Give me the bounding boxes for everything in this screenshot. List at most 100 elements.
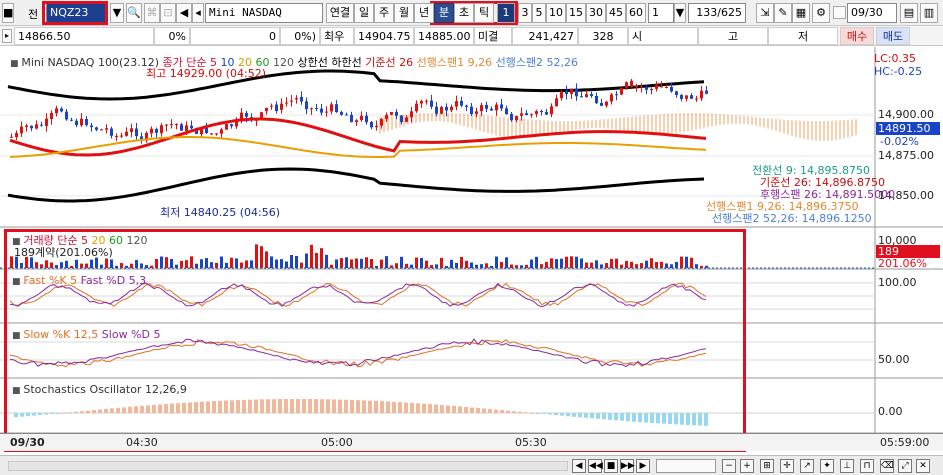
candle-body: [370, 122, 373, 128]
candle-body: [455, 101, 458, 107]
close-icon[interactable]: ✕: [916, 459, 930, 473]
unsettled-value: 241,427: [512, 27, 578, 45]
candle-body: [275, 104, 278, 112]
crosshair-icon[interactable]: ✛: [780, 459, 794, 473]
candle-body: [120, 135, 123, 137]
chart-toolbar: ■ 전 NQZ23 ▼ 🔍 ⌘ ⊡ ◀ ◂ Mini NASDAQ 100(23…: [0, 0, 943, 37]
scroll-right-icon[interactable]: ▶: [636, 459, 650, 473]
search-icon[interactable]: 🔍: [126, 3, 142, 23]
gear-icon[interactable]: ⚙: [812, 3, 830, 23]
candle-body: [460, 100, 463, 106]
minute-button-5[interactable]: 5: [532, 3, 546, 23]
minute-button-45[interactable]: 45: [606, 3, 626, 23]
speaker-icon[interactable]: ◀: [176, 3, 192, 23]
chart-area[interactable]: ■ Mini NASDAQ 100(23.12) 종가 단순 5 10 20 6…: [0, 47, 943, 457]
buy-button[interactable]: 매수: [840, 27, 874, 45]
settings-icon[interactable]: ■: [2, 3, 14, 23]
scroll-left-icon[interactable]: ◂: [192, 3, 204, 23]
calendar-icon[interactable]: ▤: [900, 3, 918, 23]
zoom-icon[interactable]: ⇲: [756, 3, 774, 23]
high-marker: 최고 14929.00 (04:52): [146, 67, 267, 80]
zoom-out-icon[interactable]: −: [722, 459, 736, 473]
period-button-3[interactable]: 월: [394, 3, 414, 23]
candle-body: [615, 94, 618, 96]
table-icon[interactable]: ▦: [792, 3, 810, 23]
interval-button-0[interactable]: 분: [434, 3, 454, 23]
expand-icon[interactable]: ⤢: [898, 459, 912, 473]
minute-button-15[interactable]: 15: [566, 3, 586, 23]
scroll-left-icon[interactable]: ◀: [572, 459, 586, 473]
quote-bar: ▸ 14866.50 0% 0 0%) 최우선 14904.75 14885.0…: [0, 26, 943, 61]
candle-body: [490, 108, 493, 111]
candle-body: [35, 124, 38, 129]
zoom-slider[interactable]: [656, 459, 716, 473]
candle-body: [665, 86, 668, 88]
candle-body: [15, 133, 18, 138]
symbol-dropdown-icon[interactable]: ▼: [110, 3, 124, 23]
candle-body: [580, 96, 583, 98]
minute-button-3[interactable]: 3: [518, 3, 532, 23]
interval-button-2[interactable]: 틱: [474, 3, 494, 23]
stop-icon[interactable]: ■: [604, 459, 618, 473]
period-button-4[interactable]: 년: [414, 3, 434, 23]
symbol-prefix: 전: [28, 8, 39, 21]
count-field[interactable]: 133/625: [688, 3, 746, 23]
ruler-icon[interactable]: ⊥: [840, 459, 854, 473]
candle-body: [185, 125, 188, 131]
minute-button-60[interactable]: 60: [626, 3, 646, 23]
y-tick-osc: 0.00: [878, 405, 903, 418]
current-price: 14866.50: [14, 27, 154, 45]
link-icon[interactable]: ⌘: [144, 3, 160, 23]
volume-sub-legend: 189계약(201.06%): [14, 246, 113, 259]
eraser-icon[interactable]: ⌫: [880, 459, 894, 473]
interval-button-1[interactable]: 초: [454, 3, 474, 23]
arrow-icon[interactable]: ↗: [800, 459, 814, 473]
slow-legend: ■ Slow %K 12,5 Slow %D 5: [12, 328, 160, 341]
grid-icon[interactable]: ▥: [920, 3, 938, 23]
unit-dropdown-icon[interactable]: ▼: [674, 3, 686, 23]
date-input[interactable]: 09/30: [847, 3, 897, 23]
candle-body: [325, 111, 328, 113]
candle-body: [50, 112, 53, 120]
candle-body: [135, 128, 138, 137]
candle-body: [545, 111, 548, 115]
candle-body: [610, 94, 613, 102]
candle-body: [425, 100, 428, 102]
sell-button[interactable]: 매도: [876, 27, 910, 45]
best-ask: 14885.00: [414, 27, 474, 45]
candle-body: [100, 129, 103, 131]
period-button-1[interactable]: 일: [354, 3, 374, 23]
candle-body: [315, 107, 318, 109]
slow-k-label: Slow %K 12,5: [23, 328, 99, 341]
draw-tool-icon[interactable]: ✎: [774, 3, 792, 23]
pin-icon[interactable]: ✦: [820, 459, 834, 473]
candle-body: [540, 110, 543, 113]
minute-button-10[interactable]: 10: [546, 3, 566, 23]
minute-button-30[interactable]: 30: [586, 3, 606, 23]
candle-body: [520, 113, 523, 116]
candle-body: [350, 114, 353, 123]
magnet-icon[interactable]: ⊓: [860, 459, 874, 473]
period-button-0[interactable]: 연결: [326, 3, 354, 23]
period-button-2[interactable]: 주: [374, 3, 394, 23]
scroll-track[interactable]: [8, 461, 568, 471]
unit-input[interactable]: 1: [648, 3, 674, 23]
zoom-in-icon[interactable]: +: [740, 459, 754, 473]
fit-icon[interactable]: ⊞: [760, 459, 774, 473]
candle-body: [705, 90, 708, 94]
candle-body: [340, 111, 343, 115]
quote-toggle-icon[interactable]: ▸: [2, 29, 12, 43]
lock-icon[interactable]: ⊡: [160, 3, 176, 23]
scroll-bar[interactable]: ◀ ◀◀ ■ ▶▶ ▶ − + ⊞ ✛ ↗ ✦ ⊥ ⊓ ⌫ ⤢ ✕: [0, 455, 943, 475]
leading-span1-label: 선행스팬1 9,26: [416, 56, 493, 69]
date-checkbox[interactable]: [833, 6, 846, 19]
candle-body: [130, 128, 133, 132]
candle-body: [465, 105, 468, 107]
rewind-icon[interactable]: ◀◀: [588, 459, 603, 473]
forward-icon[interactable]: ▶▶: [620, 459, 635, 473]
candle-body: [290, 100, 293, 102]
interval-value[interactable]: 1: [497, 3, 515, 23]
candle-body: [295, 98, 298, 100]
candle-body: [400, 115, 403, 123]
candle-body: [595, 95, 598, 104]
